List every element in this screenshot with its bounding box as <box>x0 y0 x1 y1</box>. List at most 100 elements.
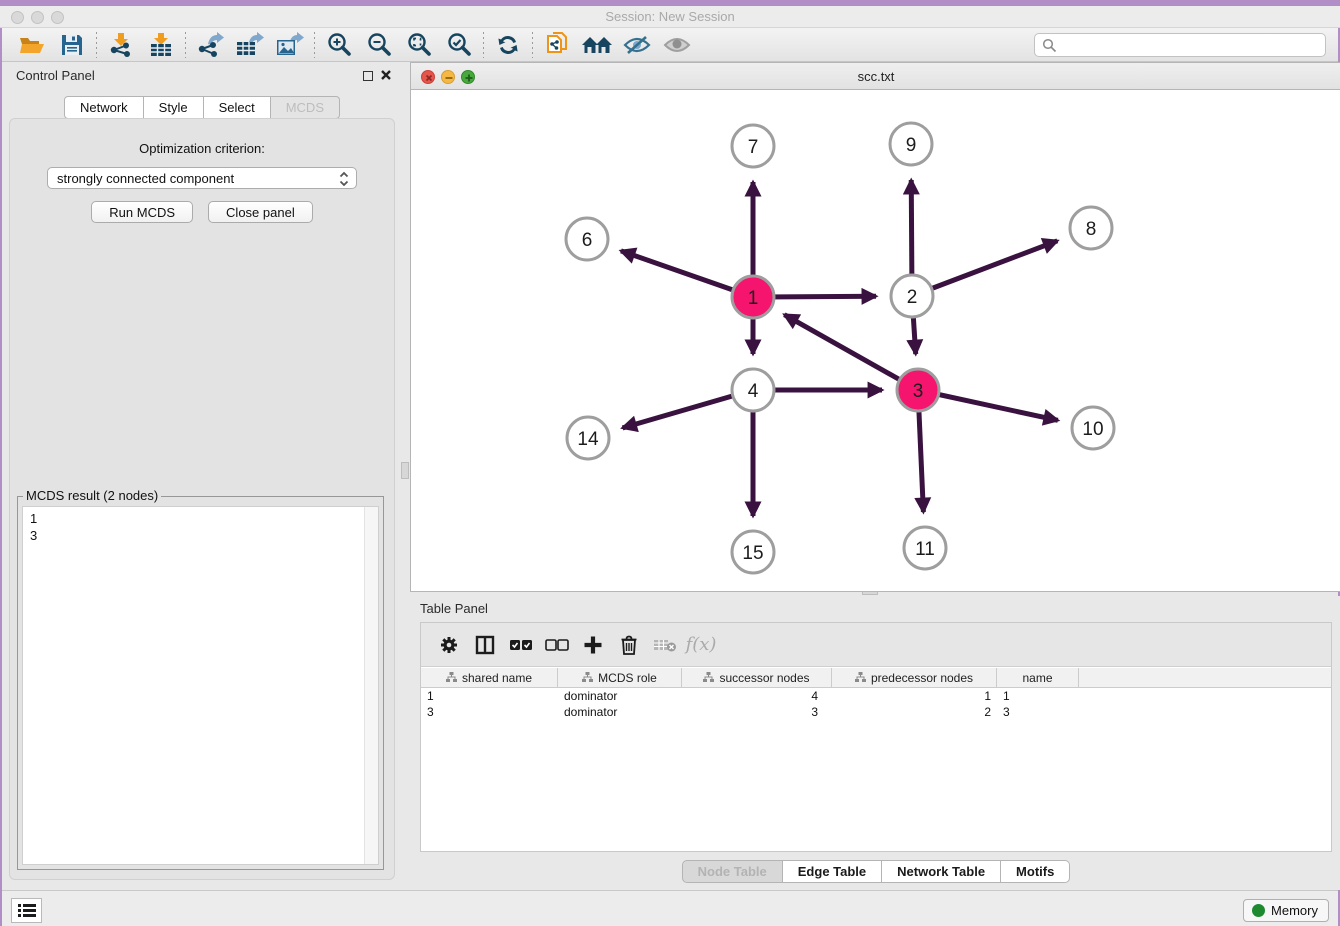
memory-button[interactable]: Memory <box>1243 899 1329 922</box>
fx-icon: f(x) <box>686 634 717 655</box>
tab-mcds[interactable]: MCDS <box>271 96 340 119</box>
first-neighbors-button[interactable] <box>577 30 617 60</box>
zoom-selected-button[interactable] <box>439 30 479 60</box>
tab-select[interactable]: Select <box>204 96 271 119</box>
network-maximize-button[interactable] <box>461 70 475 84</box>
column-header-shared-name[interactable]: shared name <box>421 668 558 687</box>
import-table-button[interactable] <box>141 30 181 60</box>
search-input[interactable] <box>1034 33 1326 57</box>
table-row[interactable]: 1 dominator 4 1 1 <box>421 688 1331 704</box>
tab-node-table[interactable]: Node Table <box>682 860 783 883</box>
network-window: scc.txt 1234678910111415 <box>410 62 1340 592</box>
run-mcds-button[interactable]: Run MCDS <box>91 201 193 223</box>
close-panel-icon[interactable] <box>380 69 392 81</box>
import-network-button[interactable] <box>101 30 141 60</box>
tab-style[interactable]: Style <box>144 96 204 119</box>
list-icon <box>18 903 36 918</box>
plus-icon <box>583 635 603 655</box>
zoom-fit-button[interactable] <box>399 30 439 60</box>
export-image-button[interactable] <box>270 30 310 60</box>
network-title: scc.txt <box>411 63 1340 90</box>
toolbar-separator <box>532 32 533 58</box>
table-row[interactable]: 3 dominator 3 2 3 <box>421 704 1331 720</box>
column-header-name[interactable]: name <box>997 668 1079 687</box>
delete-table-icon <box>653 637 677 653</box>
show-all-button[interactable] <box>657 30 697 60</box>
task-history-button[interactable] <box>11 898 42 923</box>
graph-node-label: 15 <box>742 543 763 564</box>
hide-selected-button[interactable] <box>617 30 657 60</box>
graph-node-label: 8 <box>1086 219 1097 240</box>
select-all-columns-button[interactable] <box>503 629 539 661</box>
result-scrollbar[interactable] <box>364 507 378 864</box>
cell-successor-nodes: 3 <box>682 704 832 720</box>
table-frame: f(x) shared name MCDS role successor nod… <box>420 622 1332 852</box>
network-graph[interactable]: 1234678910111415 <box>411 90 1340 591</box>
export-network-icon <box>196 32 224 58</box>
graph-node-label: 14 <box>577 429 599 450</box>
vertical-splitter-handle[interactable] <box>401 462 409 479</box>
graph-node-label: 3 <box>913 381 924 402</box>
mcds-result-text: 1 3 <box>23 507 378 544</box>
tab-edge-table[interactable]: Edge Table <box>783 860 882 883</box>
column-header-successor-nodes[interactable]: successor nodes <box>682 668 832 687</box>
float-panel-icon[interactable] <box>363 71 373 81</box>
unchecked-boxes-icon <box>545 638 569 652</box>
zoom-fit-icon <box>406 32 432 58</box>
tab-network[interactable]: Network <box>64 96 144 119</box>
export-network-button[interactable] <box>190 30 230 60</box>
network-window-titlebar[interactable]: scc.txt <box>411 63 1340 90</box>
zoom-in-icon <box>326 32 352 58</box>
node-table[interactable]: shared name MCDS role successor nodes pr… <box>421 668 1331 851</box>
network-minimize-button[interactable] <box>441 70 455 84</box>
toolbar-separator <box>314 32 315 58</box>
table-panel: Table Panel <box>410 596 1340 890</box>
column-header-predecessor-nodes[interactable]: predecessor nodes <box>832 668 997 687</box>
clone-network-button[interactable] <box>537 30 577 60</box>
checked-boxes-icon <box>509 638 533 652</box>
tab-network-table[interactable]: Network Table <box>882 860 1001 883</box>
network-close-button[interactable] <box>421 70 435 84</box>
graph-node-label: 1 <box>748 288 759 309</box>
graph-node-label: 6 <box>582 230 593 251</box>
criterion-dropdown[interactable]: strongly connected component <box>47 167 357 189</box>
memory-status-icon <box>1252 904 1265 917</box>
tab-motifs[interactable]: Motifs <box>1001 860 1070 883</box>
export-table-button[interactable] <box>230 30 270 60</box>
window-close-button[interactable] <box>11 11 24 24</box>
deselect-all-columns-button[interactable] <box>539 629 575 661</box>
columns-icon <box>475 635 495 655</box>
close-panel-button[interactable]: Close panel <box>208 201 313 223</box>
houses-icon <box>581 33 613 57</box>
refresh-view-button[interactable] <box>488 30 528 60</box>
search-icon <box>1042 38 1057 53</box>
hierarchy-icon <box>582 672 593 683</box>
column-header-mcds-role[interactable]: MCDS role <box>558 668 682 687</box>
delete-table-button[interactable] <box>647 629 683 661</box>
zoom-in-button[interactable] <box>319 30 359 60</box>
mcds-result-group: MCDS result (2 nodes) 1 3 <box>17 496 384 870</box>
hierarchy-icon <box>446 672 457 683</box>
gear-icon <box>439 635 459 655</box>
split-columns-button[interactable] <box>467 629 503 661</box>
zoom-out-button[interactable] <box>359 30 399 60</box>
mcds-result-textarea[interactable]: 1 3 <box>22 506 379 865</box>
criterion-value: strongly connected component <box>57 171 234 186</box>
graph-node-label: 11 <box>915 539 935 560</box>
save-session-button[interactable] <box>52 30 92 60</box>
edge-2-8[interactable] <box>912 241 1057 296</box>
edge-3-1[interactable] <box>784 315 918 390</box>
window-zoom-button[interactable] <box>51 11 64 24</box>
table-settings-button[interactable] <box>431 629 467 661</box>
zoom-selected-icon <box>446 32 472 58</box>
apply-function-button[interactable]: f(x) <box>683 629 719 661</box>
delete-row-button[interactable] <box>611 629 647 661</box>
add-row-button[interactable] <box>575 629 611 661</box>
open-session-button[interactable] <box>12 30 52 60</box>
graph-node-label: 4 <box>748 381 759 402</box>
cell-name: 1 <box>997 688 1079 704</box>
graph-node-label: 7 <box>748 137 759 158</box>
graph-node-label: 2 <box>907 287 918 308</box>
window-minimize-button[interactable] <box>31 11 44 24</box>
network-canvas[interactable]: 1234678910111415 <box>411 90 1340 591</box>
